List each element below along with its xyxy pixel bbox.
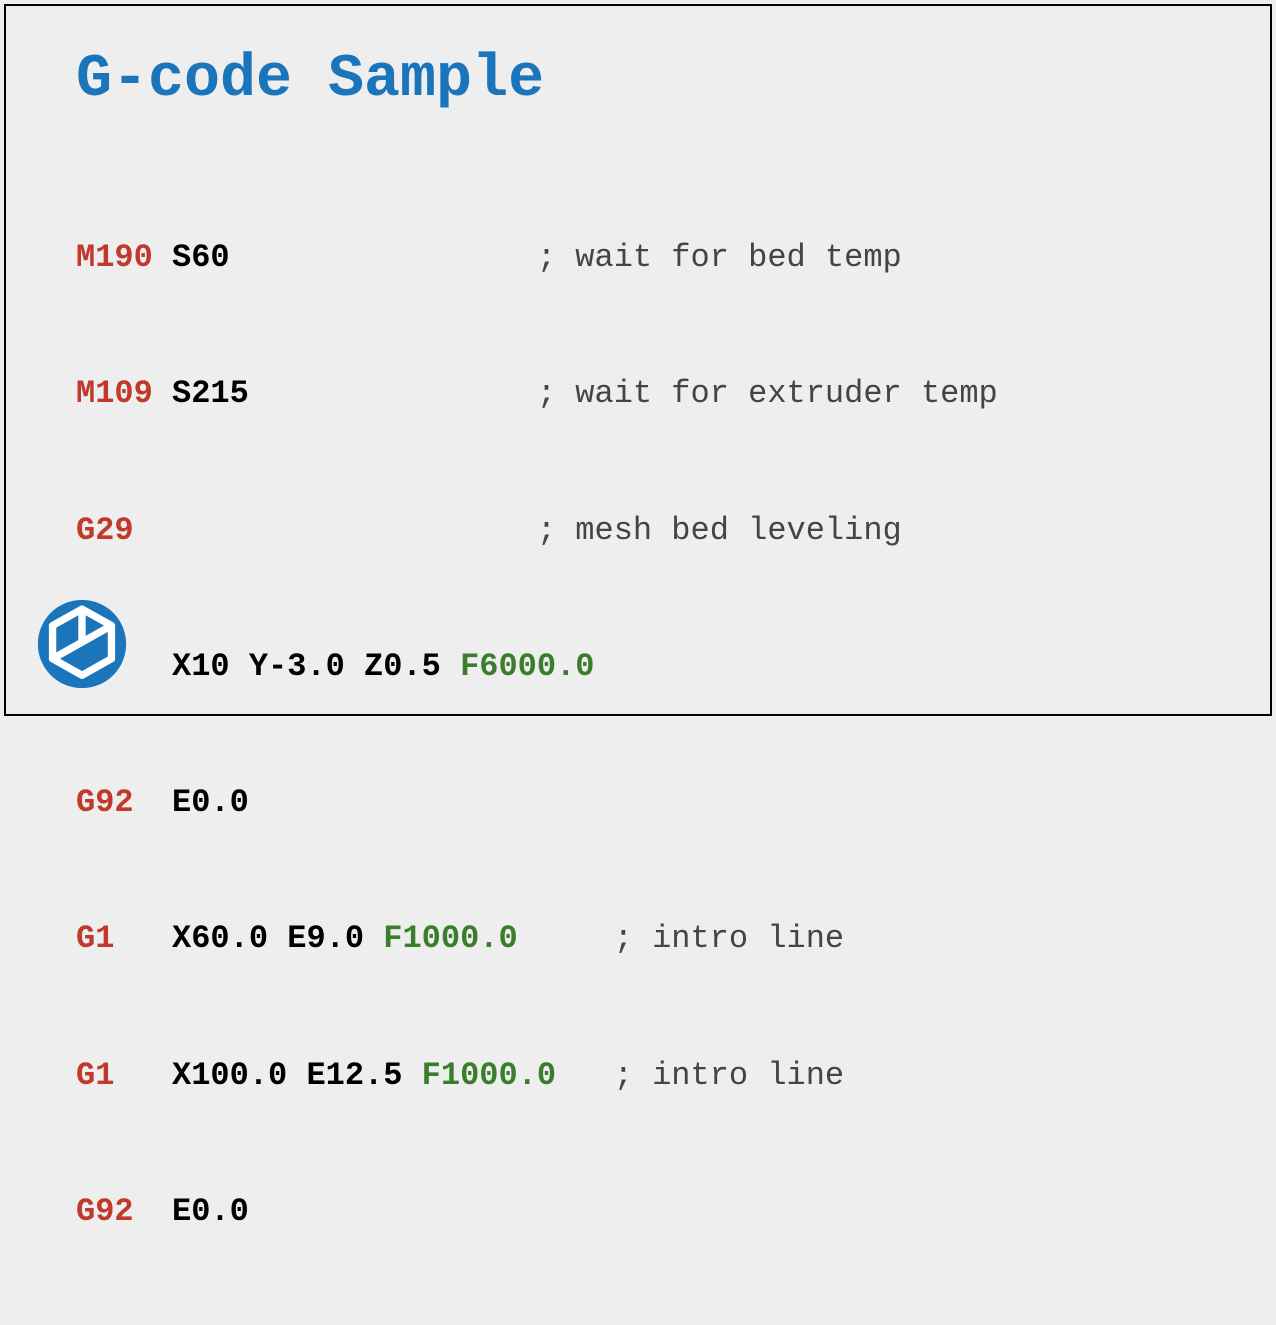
gcode-args: S215	[172, 375, 249, 412]
gcode-comment: ; intro line	[614, 1057, 844, 1094]
gcode-comment: ; intro line	[614, 920, 844, 957]
code-line: M109 S215 ; wait for extruder temp	[76, 371, 1200, 416]
gcode-feed: F1000.0	[383, 920, 517, 957]
gcode-cmd: M109	[76, 375, 153, 412]
page-title: G-code Sample	[76, 46, 1200, 114]
code-line: G1 X10 Y-3.0 Z0.5 F6000.0	[76, 644, 1200, 689]
gcode-cmd: G92	[76, 784, 134, 821]
code-block: M190 S60 ; wait for bed temp M109 S215 ;…	[76, 144, 1200, 1325]
code-line: G92 E0.0	[76, 1189, 1200, 1234]
gcode-args: E0.0	[172, 1193, 249, 1230]
gcode-cmd: G29	[76, 512, 134, 549]
gcode-args: X100.0 E12.5	[172, 1057, 422, 1094]
gcode-comment: ; mesh bed leveling	[537, 512, 902, 549]
slide-frame: G-code Sample M190 S60 ; wait for bed te…	[4, 4, 1272, 716]
gcode-cmd: M190	[76, 239, 153, 276]
gcode-args: X10 Y-3.0 Z0.5	[172, 648, 460, 685]
gcode-comment: ; wait for bed temp	[537, 239, 902, 276]
code-line: G29 ; mesh bed leveling	[76, 508, 1200, 553]
gcode-cmd: G1	[76, 920, 114, 957]
gcode-comment: ; wait for extruder temp	[537, 375, 998, 412]
code-line: M190 S60 ; wait for bed temp	[76, 235, 1200, 280]
code-line: G92 E0.0	[76, 780, 1200, 825]
code-line: G1 X60.0 E9.0 F1000.0 ; intro line	[76, 916, 1200, 961]
gcode-args: E0.0	[172, 784, 249, 821]
gcode-args: X60.0 E9.0	[172, 920, 383, 957]
gcode-args: S60	[172, 239, 230, 276]
gcode-cmd: G1	[76, 1057, 114, 1094]
brand-logo	[36, 598, 128, 690]
gcode-feed: F6000.0	[460, 648, 594, 685]
gcode-cmd: G92	[76, 1193, 134, 1230]
code-line: G1 X100.0 E12.5 F1000.0 ; intro line	[76, 1053, 1200, 1098]
gcode-feed: F1000.0	[422, 1057, 556, 1094]
